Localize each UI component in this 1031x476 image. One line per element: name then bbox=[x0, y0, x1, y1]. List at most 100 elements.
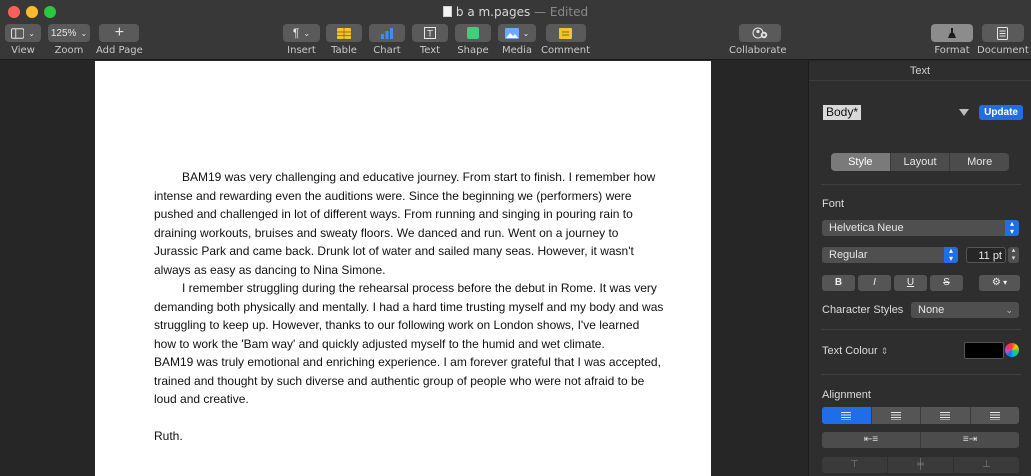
document-page[interactable]: BAM19 was very challenging and educative… bbox=[95, 61, 711, 476]
sidebar-icon bbox=[11, 27, 25, 39]
align-middle-icon: ╪ bbox=[916, 459, 925, 470]
increase-indent-button[interactable]: ≡⇥ bbox=[921, 432, 1019, 448]
table-label: Table bbox=[331, 45, 357, 56]
divider bbox=[821, 184, 1021, 185]
font-family-popup[interactable]: Helvetica Neue ▴ ▾ bbox=[822, 220, 1019, 236]
insert-button[interactable]: ¶ ⌄ bbox=[283, 24, 320, 42]
chart-button[interactable] bbox=[369, 24, 405, 42]
pages-document-icon bbox=[442, 6, 452, 17]
alignment-label: Alignment bbox=[822, 389, 871, 401]
empty-paragraph[interactable] bbox=[154, 409, 664, 428]
tab-more[interactable]: More bbox=[950, 153, 1009, 171]
italic-button[interactable]: I bbox=[858, 275, 891, 291]
outdent-icon: ⇤≡ bbox=[863, 434, 879, 445]
table-tool[interactable]: Table bbox=[326, 24, 362, 56]
bold-button[interactable]: B bbox=[822, 275, 855, 291]
view-button[interactable]: ⌄ bbox=[5, 24, 41, 42]
add-page-button[interactable]: + bbox=[99, 24, 140, 42]
format-button[interactable] bbox=[931, 24, 973, 42]
text-colour-label[interactable]: Text Colour ⇕ bbox=[822, 345, 888, 357]
plus-icon: + bbox=[114, 24, 125, 41]
update-style-button[interactable]: Update bbox=[979, 104, 1023, 120]
zoom-value: 125% bbox=[50, 27, 77, 39]
pages-window: b a m.pages — Edited ⌄ View 125% ⌄ Zoom … bbox=[0, 0, 1031, 476]
align-left-button[interactable] bbox=[822, 407, 872, 424]
vertical-alignment-buttons: ⊤ ╪ ⊥ bbox=[822, 457, 1019, 473]
add-page-tool[interactable]: + Add Page bbox=[96, 24, 143, 56]
media-button[interactable]: ⌄ bbox=[498, 24, 536, 42]
align-top-button[interactable]: ⊤ bbox=[822, 457, 888, 473]
zoom-button[interactable]: 125% ⌄ bbox=[48, 24, 90, 42]
table-button[interactable] bbox=[326, 24, 362, 42]
document-label: Document bbox=[977, 45, 1029, 56]
paragraph[interactable]: Ruth. bbox=[154, 427, 664, 446]
indent-icon: ≡⇥ bbox=[962, 434, 978, 445]
color-wheel-icon[interactable] bbox=[1005, 343, 1019, 357]
collaborate-tool[interactable]: Collaborate bbox=[729, 24, 787, 56]
body-text[interactable]: BAM19 was very challenging and educative… bbox=[154, 168, 664, 446]
decrease-indent-button[interactable]: ⇤≡ bbox=[822, 432, 921, 448]
chevron-down-icon: ⌄ bbox=[303, 28, 311, 38]
character-styles-popup[interactable]: None ⌄ bbox=[911, 302, 1019, 318]
paragraph[interactable]: BAM19 was truly emotional and enriching … bbox=[154, 353, 664, 409]
align-center-icon bbox=[890, 411, 901, 420]
tab-layout[interactable]: Layout bbox=[891, 153, 951, 171]
shape-tool[interactable]: Shape bbox=[455, 24, 491, 56]
comment-tool[interactable]: Comment bbox=[541, 24, 590, 56]
align-right-icon bbox=[940, 411, 951, 420]
insert-tool[interactable]: ¶ ⌄ Insert bbox=[283, 24, 320, 56]
disclosure-triangle-icon[interactable] bbox=[959, 108, 970, 116]
media-tool[interactable]: ⌄ Media bbox=[498, 24, 536, 56]
inspector-header: Text bbox=[809, 61, 1031, 81]
font-weight-popup[interactable]: Regular ▴ ▾ bbox=[822, 247, 958, 263]
up-down-chevron-icon: ▴ ▾ bbox=[944, 247, 958, 263]
comment-button[interactable] bbox=[545, 24, 586, 42]
align-right-button[interactable] bbox=[921, 407, 971, 424]
align-bottom-icon: ⊥ bbox=[982, 459, 991, 470]
shape-label: Shape bbox=[457, 45, 489, 56]
view-label: View bbox=[11, 45, 35, 56]
tab-style[interactable]: Style bbox=[831, 153, 891, 171]
chevron-down-icon: ⌄ bbox=[1005, 305, 1013, 315]
text-options-button[interactable]: ⚙ ▾ bbox=[979, 275, 1020, 291]
paragraph-style-name[interactable]: Body* bbox=[823, 104, 862, 120]
divider bbox=[821, 329, 1021, 330]
text-box-icon: T bbox=[424, 27, 436, 39]
align-top-icon: ⊤ bbox=[850, 459, 859, 470]
chevron-down-icon: ▾ bbox=[1000, 278, 1008, 287]
paragraph[interactable]: BAM19 was very challenging and educative… bbox=[154, 168, 664, 279]
collaborate-button[interactable] bbox=[738, 24, 781, 42]
document-button[interactable] bbox=[981, 24, 1024, 42]
document-canvas[interactable]: BAM19 was very challenging and educative… bbox=[0, 61, 808, 476]
text-box-button[interactable]: T bbox=[412, 24, 448, 42]
up-down-chevron-icon: ▴ ▾ bbox=[1005, 220, 1019, 236]
view-menu[interactable]: ⌄ View bbox=[5, 24, 41, 56]
font-size-stepper[interactable]: ▴ ▾ bbox=[1008, 247, 1019, 263]
align-middle-button[interactable]: ╪ bbox=[888, 457, 954, 473]
justify-button[interactable] bbox=[971, 407, 1020, 424]
justify-icon bbox=[989, 411, 1000, 420]
strikethrough-button[interactable]: S bbox=[930, 275, 963, 291]
add-person-icon bbox=[752, 27, 767, 39]
chevron-down-icon: ⌄ bbox=[522, 28, 530, 38]
shape-button[interactable] bbox=[455, 24, 491, 42]
format-inspector: Text Body* Update Style Layout More Font… bbox=[808, 61, 1031, 476]
font-size-value: 11 pt bbox=[978, 250, 1002, 262]
align-bottom-button[interactable]: ⊥ bbox=[954, 457, 1019, 473]
align-left-icon bbox=[841, 411, 852, 420]
gear-icon: ⚙ bbox=[991, 277, 1001, 288]
document-tool[interactable]: Document bbox=[977, 24, 1029, 56]
character-styles-label: Character Styles bbox=[822, 304, 904, 316]
text-colour-well[interactable] bbox=[964, 342, 1004, 359]
comment-icon bbox=[559, 27, 572, 39]
chart-icon bbox=[381, 27, 393, 39]
add-page-label: Add Page bbox=[96, 45, 143, 56]
zoom-menu[interactable]: 125% ⌄ Zoom bbox=[48, 24, 90, 56]
align-center-button[interactable] bbox=[872, 407, 921, 424]
underline-button[interactable]: U bbox=[894, 275, 927, 291]
format-tool[interactable]: Format bbox=[931, 24, 973, 56]
chart-tool[interactable]: Chart bbox=[369, 24, 405, 56]
paragraph[interactable]: I remember struggling during the rehears… bbox=[154, 279, 664, 353]
font-size-field[interactable]: 11 pt bbox=[966, 247, 1006, 263]
text-tool[interactable]: T Text bbox=[412, 24, 448, 56]
